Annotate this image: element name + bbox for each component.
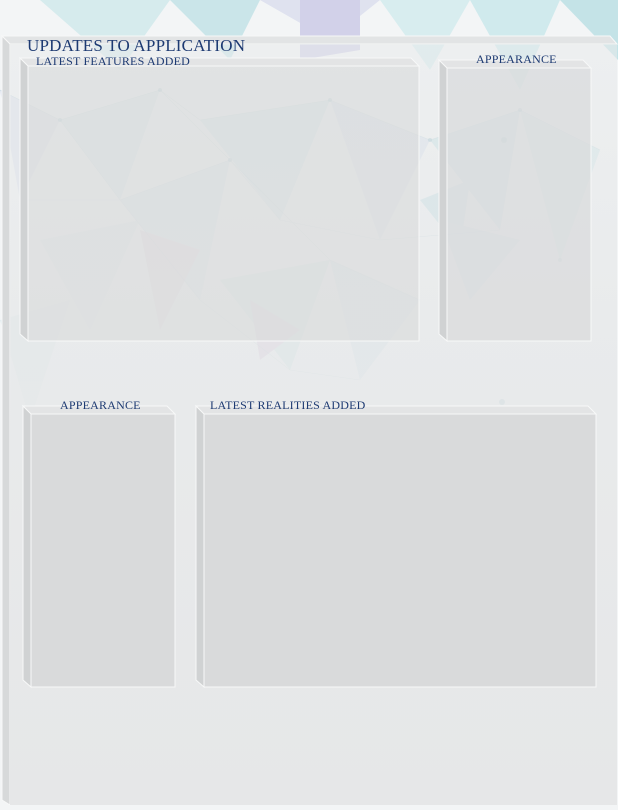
realities-panel-label: LATEST REALITIES ADDED (210, 398, 366, 412)
appearance-panel-bottom-label: APPEARANCE (60, 398, 141, 412)
features-panel-label: LATEST FEATURES ADDED (36, 54, 190, 68)
realities-panel (194, 404, 598, 689)
appearance-panel-top (437, 58, 593, 343)
appearance-panel-bottom (21, 404, 177, 689)
appearance-panel-top-label: APPEARANCE (476, 52, 557, 66)
features-panel (18, 56, 421, 343)
